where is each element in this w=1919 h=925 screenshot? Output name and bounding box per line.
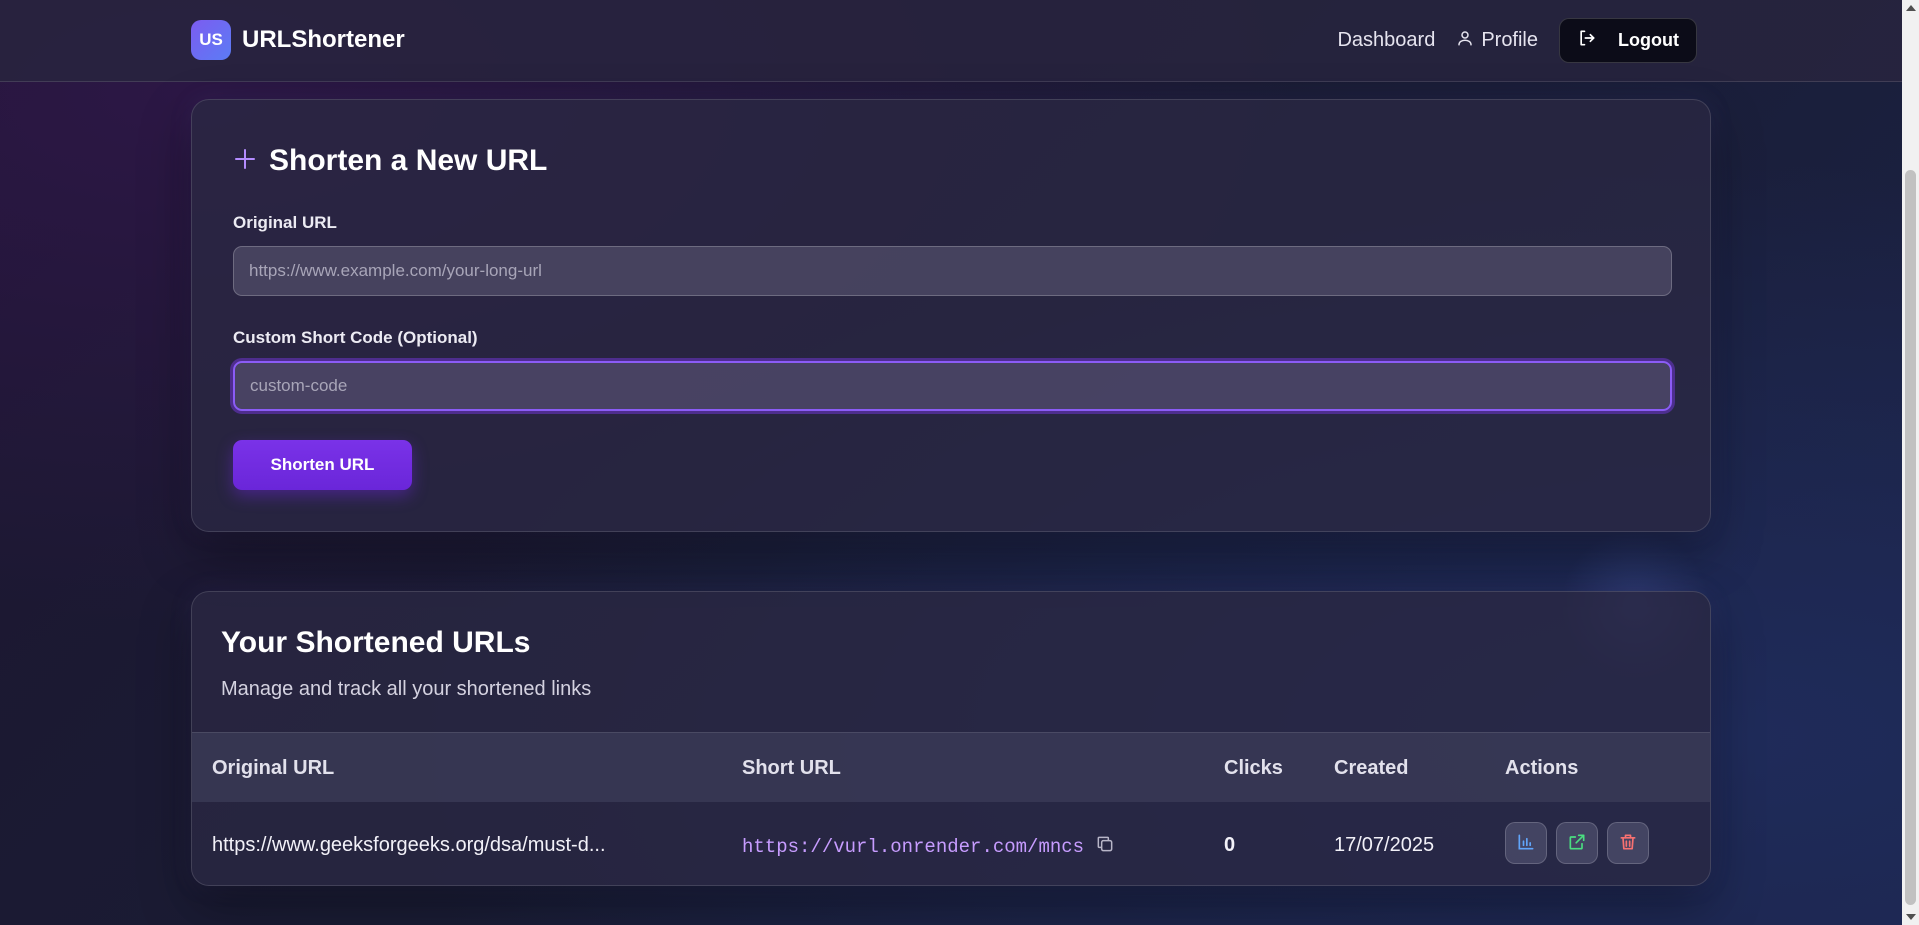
open-link-button[interactable] <box>1556 822 1598 864</box>
custom-code-input[interactable] <box>233 361 1672 411</box>
user-icon <box>1456 29 1474 53</box>
row-actions <box>1505 822 1649 864</box>
nav-right: Dashboard Profile Logout <box>1337 18 1697 63</box>
custom-code-label: Custom Short Code (Optional) <box>233 328 478 347</box>
nav-dashboard-link[interactable]: Dashboard <box>1337 29 1435 52</box>
shorten-title: Shorten a New URL <box>269 144 548 177</box>
analytics-icon <box>1516 832 1536 855</box>
trash-icon <box>1618 832 1638 855</box>
logout-icon <box>1577 28 1597 53</box>
table-row: https://www.geeksforgeeks.org/dsa/must-d… <box>192 802 1710 885</box>
column-clicks: Clicks <box>1224 757 1283 779</box>
page-scrollbar[interactable] <box>1902 0 1919 925</box>
row-clicks: 0 <box>1224 834 1236 856</box>
row-short-url[interactable]: https://vurl.onrender.com/mncs <box>742 836 1084 858</box>
logout-label: Logout <box>1618 30 1679 50</box>
row-original-url: https://www.geeksforgeeks.org/dsa/must-d… <box>212 834 606 856</box>
logout-button[interactable]: Logout <box>1559 18 1697 63</box>
logo-badge: US <box>191 20 231 60</box>
scroll-thumb[interactable] <box>1905 170 1916 905</box>
analytics-button[interactable] <box>1505 822 1547 864</box>
original-url-input[interactable] <box>233 246 1672 296</box>
delete-button[interactable] <box>1607 822 1649 864</box>
shorten-url-button[interactable]: Shorten URL <box>233 440 412 490</box>
brand[interactable]: US URLShortener <box>191 20 405 60</box>
row-short-url-cell: https://vurl.onrender.com/mncs <box>742 834 1115 860</box>
navbar: US URLShortener Dashboard Profile Logout <box>0 0 1902 82</box>
external-link-icon <box>1567 832 1587 855</box>
column-actions: Actions <box>1505 757 1579 779</box>
scroll-up-icon[interactable] <box>1906 5 1916 11</box>
column-original-url: Original URL <box>212 757 335 779</box>
list-title: Your Shortened URLs <box>221 626 531 659</box>
shorten-title-row: Shorten a New URL <box>233 144 547 178</box>
copy-icon[interactable] <box>1095 834 1115 860</box>
list-subtitle: Manage and track all your shortened link… <box>221 678 592 700</box>
column-created: Created <box>1334 757 1409 779</box>
nav-profile-label: Profile <box>1481 29 1539 51</box>
plus-icon <box>233 147 257 176</box>
scroll-down-icon[interactable] <box>1906 914 1916 920</box>
row-created: 17/07/2025 <box>1334 834 1435 856</box>
brand-name: URLShortener <box>242 26 405 53</box>
shortened-urls-card: Your Shortened URLs Manage and track all… <box>191 591 1711 886</box>
column-short-url: Short URL <box>742 757 841 779</box>
shorten-url-card: Shorten a New URL Original URL Custom Sh… <box>191 99 1711 532</box>
original-url-label: Original URL <box>233 213 337 232</box>
table-header: Original URL Short URL Clicks Created Ac… <box>192 732 1710 802</box>
nav-profile-link[interactable]: Profile <box>1456 29 1538 53</box>
nav-dashboard-label: Dashboard <box>1337 29 1436 51</box>
